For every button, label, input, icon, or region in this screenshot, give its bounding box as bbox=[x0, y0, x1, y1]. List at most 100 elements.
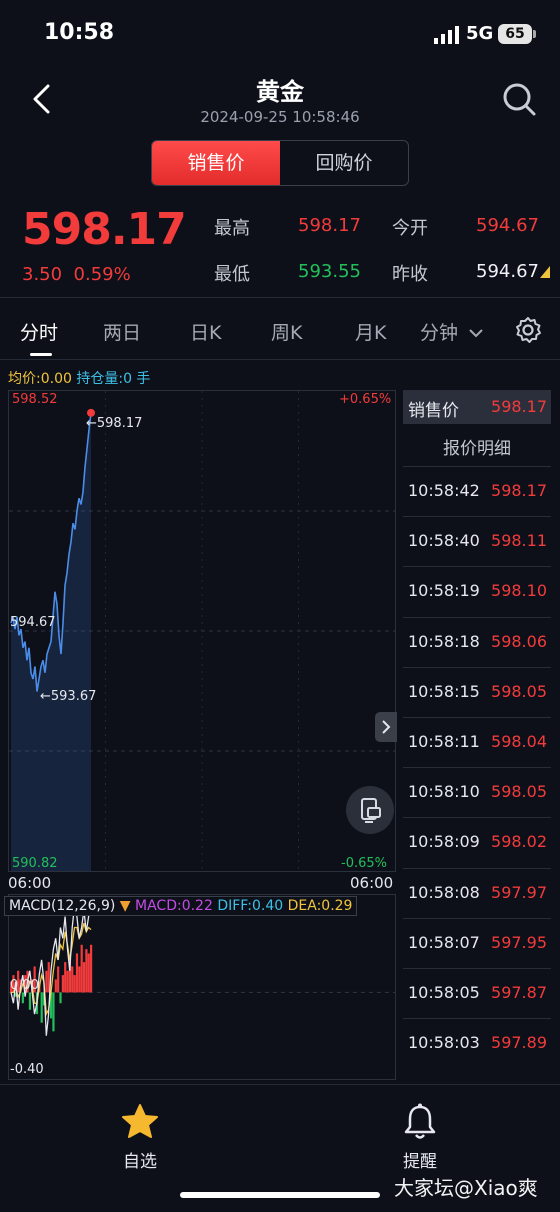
battery-tip bbox=[533, 30, 536, 38]
price-change: 3.50 0.59% bbox=[22, 264, 131, 285]
change-percent: 0.59% bbox=[73, 264, 131, 285]
quote-row-price: 598.10 bbox=[491, 581, 547, 601]
chevron-right-icon bbox=[382, 720, 391, 734]
quote-row-price: 597.97 bbox=[491, 882, 547, 902]
macd-bar bbox=[59, 992, 62, 1004]
gear-icon[interactable] bbox=[514, 316, 542, 344]
macd-bar bbox=[28, 992, 32, 1010]
tab-two-day[interactable]: 两日 bbox=[103, 318, 141, 345]
search-icon[interactable] bbox=[500, 80, 538, 118]
tab-buyback-price[interactable]: 回购价 bbox=[280, 141, 408, 185]
macd-bar bbox=[64, 962, 67, 993]
divider-bottom bbox=[0, 1084, 560, 1085]
macd-value: MACD:0.22 bbox=[135, 898, 213, 914]
quote-detail-row: 10:58:11 598.04 bbox=[403, 717, 551, 767]
price-chart-svg bbox=[9, 391, 395, 871]
tab-weekly-k[interactable]: 周K bbox=[271, 318, 302, 345]
macd-chart-svg bbox=[9, 905, 395, 1036]
quote-detail-row: 10:58:09 598.02 bbox=[403, 817, 551, 867]
rotate-screen-icon bbox=[361, 798, 381, 823]
time-axis-end: 06:00 bbox=[350, 874, 394, 892]
low-value: 593.55 bbox=[298, 261, 361, 282]
quote-row-price: 597.87 bbox=[491, 983, 547, 1002]
macd-bar bbox=[40, 992, 43, 1023]
signal-icon bbox=[434, 26, 459, 44]
star-icon bbox=[122, 1104, 158, 1138]
quote-detail-row: 10:58:15 598.05 bbox=[403, 666, 551, 717]
chart-info-line: 均价:0.00 持仓量:0 手 bbox=[8, 368, 150, 388]
high-label: 最高 bbox=[214, 218, 250, 239]
intraday-chart[interactable] bbox=[8, 390, 396, 872]
quote-row-price: 597.95 bbox=[491, 932, 547, 952]
quote-row-time: 10:58:05 bbox=[408, 983, 480, 1002]
open-label: 今开 bbox=[392, 218, 428, 239]
macd-bar bbox=[80, 944, 83, 993]
network-type: 5G bbox=[466, 23, 494, 44]
macd-bar bbox=[90, 944, 93, 993]
tab-intraday[interactable]: 分时 bbox=[20, 318, 58, 345]
avg-value: 0.00 bbox=[40, 371, 72, 387]
period-tabs: 分时 两日 日K 周K 月K 分钟 bbox=[0, 306, 560, 356]
nav-watchlist[interactable]: 自选 bbox=[110, 1102, 170, 1172]
macd-zero-label: 0.00 bbox=[10, 978, 39, 993]
tab-minute-label: 分钟 bbox=[420, 322, 459, 344]
divider-tabs bbox=[0, 359, 560, 360]
macd-dropdown-icon[interactable]: ▼ bbox=[120, 898, 131, 914]
macd-chart[interactable] bbox=[8, 894, 396, 1080]
nav-watchlist-label: 自选 bbox=[123, 1152, 157, 1172]
page-title: 黄金 bbox=[256, 78, 304, 106]
collapse-panel-button[interactable] bbox=[375, 712, 397, 742]
prev-close-label: 昨收 bbox=[392, 264, 428, 285]
quote-detail-row: 10:58:07 597.95 bbox=[403, 917, 551, 968]
position-label: 持仓量: bbox=[76, 371, 124, 387]
macd-bar bbox=[71, 966, 74, 993]
status-bar: 10:58 5G 65 bbox=[0, 0, 560, 70]
quote-row-time: 10:58:07 bbox=[408, 932, 480, 952]
macd-bar bbox=[66, 970, 69, 993]
macd-dea: DEA:0.29 bbox=[287, 898, 353, 914]
macd-bar bbox=[57, 966, 60, 993]
nav-alert-label: 提醒 bbox=[403, 1152, 437, 1172]
nav-alert[interactable]: 提醒 bbox=[390, 1102, 450, 1172]
quote-row-time: 10:58:15 bbox=[408, 681, 480, 701]
low-label: 最低 bbox=[214, 264, 250, 285]
tab-daily-k[interactable]: 日K bbox=[190, 318, 221, 345]
page-datetime: 2024-09-25 10:58:46 bbox=[200, 108, 360, 126]
quote-row-price: 598.05 bbox=[491, 782, 547, 802]
macd-bar bbox=[61, 975, 64, 993]
quote-row-price: 597.89 bbox=[491, 1033, 547, 1053]
chart-pct-max: +0.65% bbox=[339, 392, 392, 407]
status-time: 10:58 bbox=[44, 20, 115, 45]
macd-bar bbox=[52, 992, 55, 1032]
quote-row-time: 10:58:40 bbox=[408, 531, 480, 551]
tab-sale-price[interactable]: 销售价 bbox=[152, 141, 280, 185]
tab-minute[interactable]: 分钟 bbox=[420, 318, 484, 345]
macd-bar bbox=[82, 962, 86, 993]
quote-detail-title: 报价明细 bbox=[443, 439, 511, 459]
quote-detail-header: 销售价 598.17 bbox=[403, 390, 551, 424]
quote-row-price: 598.02 bbox=[491, 832, 547, 852]
change-amount: 3.50 bbox=[22, 264, 63, 285]
quote-detail-row: 10:58:03 597.89 bbox=[403, 1018, 551, 1068]
quote-row-time: 10:58:42 bbox=[408, 481, 480, 500]
quote-row-time: 10:58:11 bbox=[408, 732, 480, 751]
quote-row-price: 598.05 bbox=[491, 681, 547, 701]
tab-monthly-k[interactable]: 月K bbox=[355, 318, 386, 345]
macd-bar bbox=[87, 953, 90, 993]
battery-icon: 65 bbox=[498, 24, 532, 44]
quote-detail-row: 10:58:10 598.05 bbox=[403, 767, 551, 817]
quote-detail-row: 10:58:08 597.97 bbox=[403, 867, 551, 918]
fullscreen-button[interactable] bbox=[346, 786, 394, 834]
quote-detail-row: 10:58:05 597.87 bbox=[403, 968, 551, 1018]
bell-icon bbox=[404, 1103, 436, 1139]
macd-bar bbox=[73, 975, 76, 993]
quote-detail-label: 销售价 bbox=[408, 401, 459, 421]
high-value: 598.17 bbox=[298, 215, 361, 236]
quote-row-time: 10:58:03 bbox=[408, 1033, 480, 1053]
avg-label: 均价: bbox=[8, 371, 41, 387]
quote-row-time: 10:58:09 bbox=[408, 832, 480, 852]
home-indicator[interactable] bbox=[180, 1192, 380, 1198]
quote-detail-row: 10:58:19 598.10 bbox=[403, 566, 551, 616]
quote-row-price: 598.17 bbox=[491, 481, 547, 500]
chart-y-min: 590.82 bbox=[12, 856, 58, 871]
